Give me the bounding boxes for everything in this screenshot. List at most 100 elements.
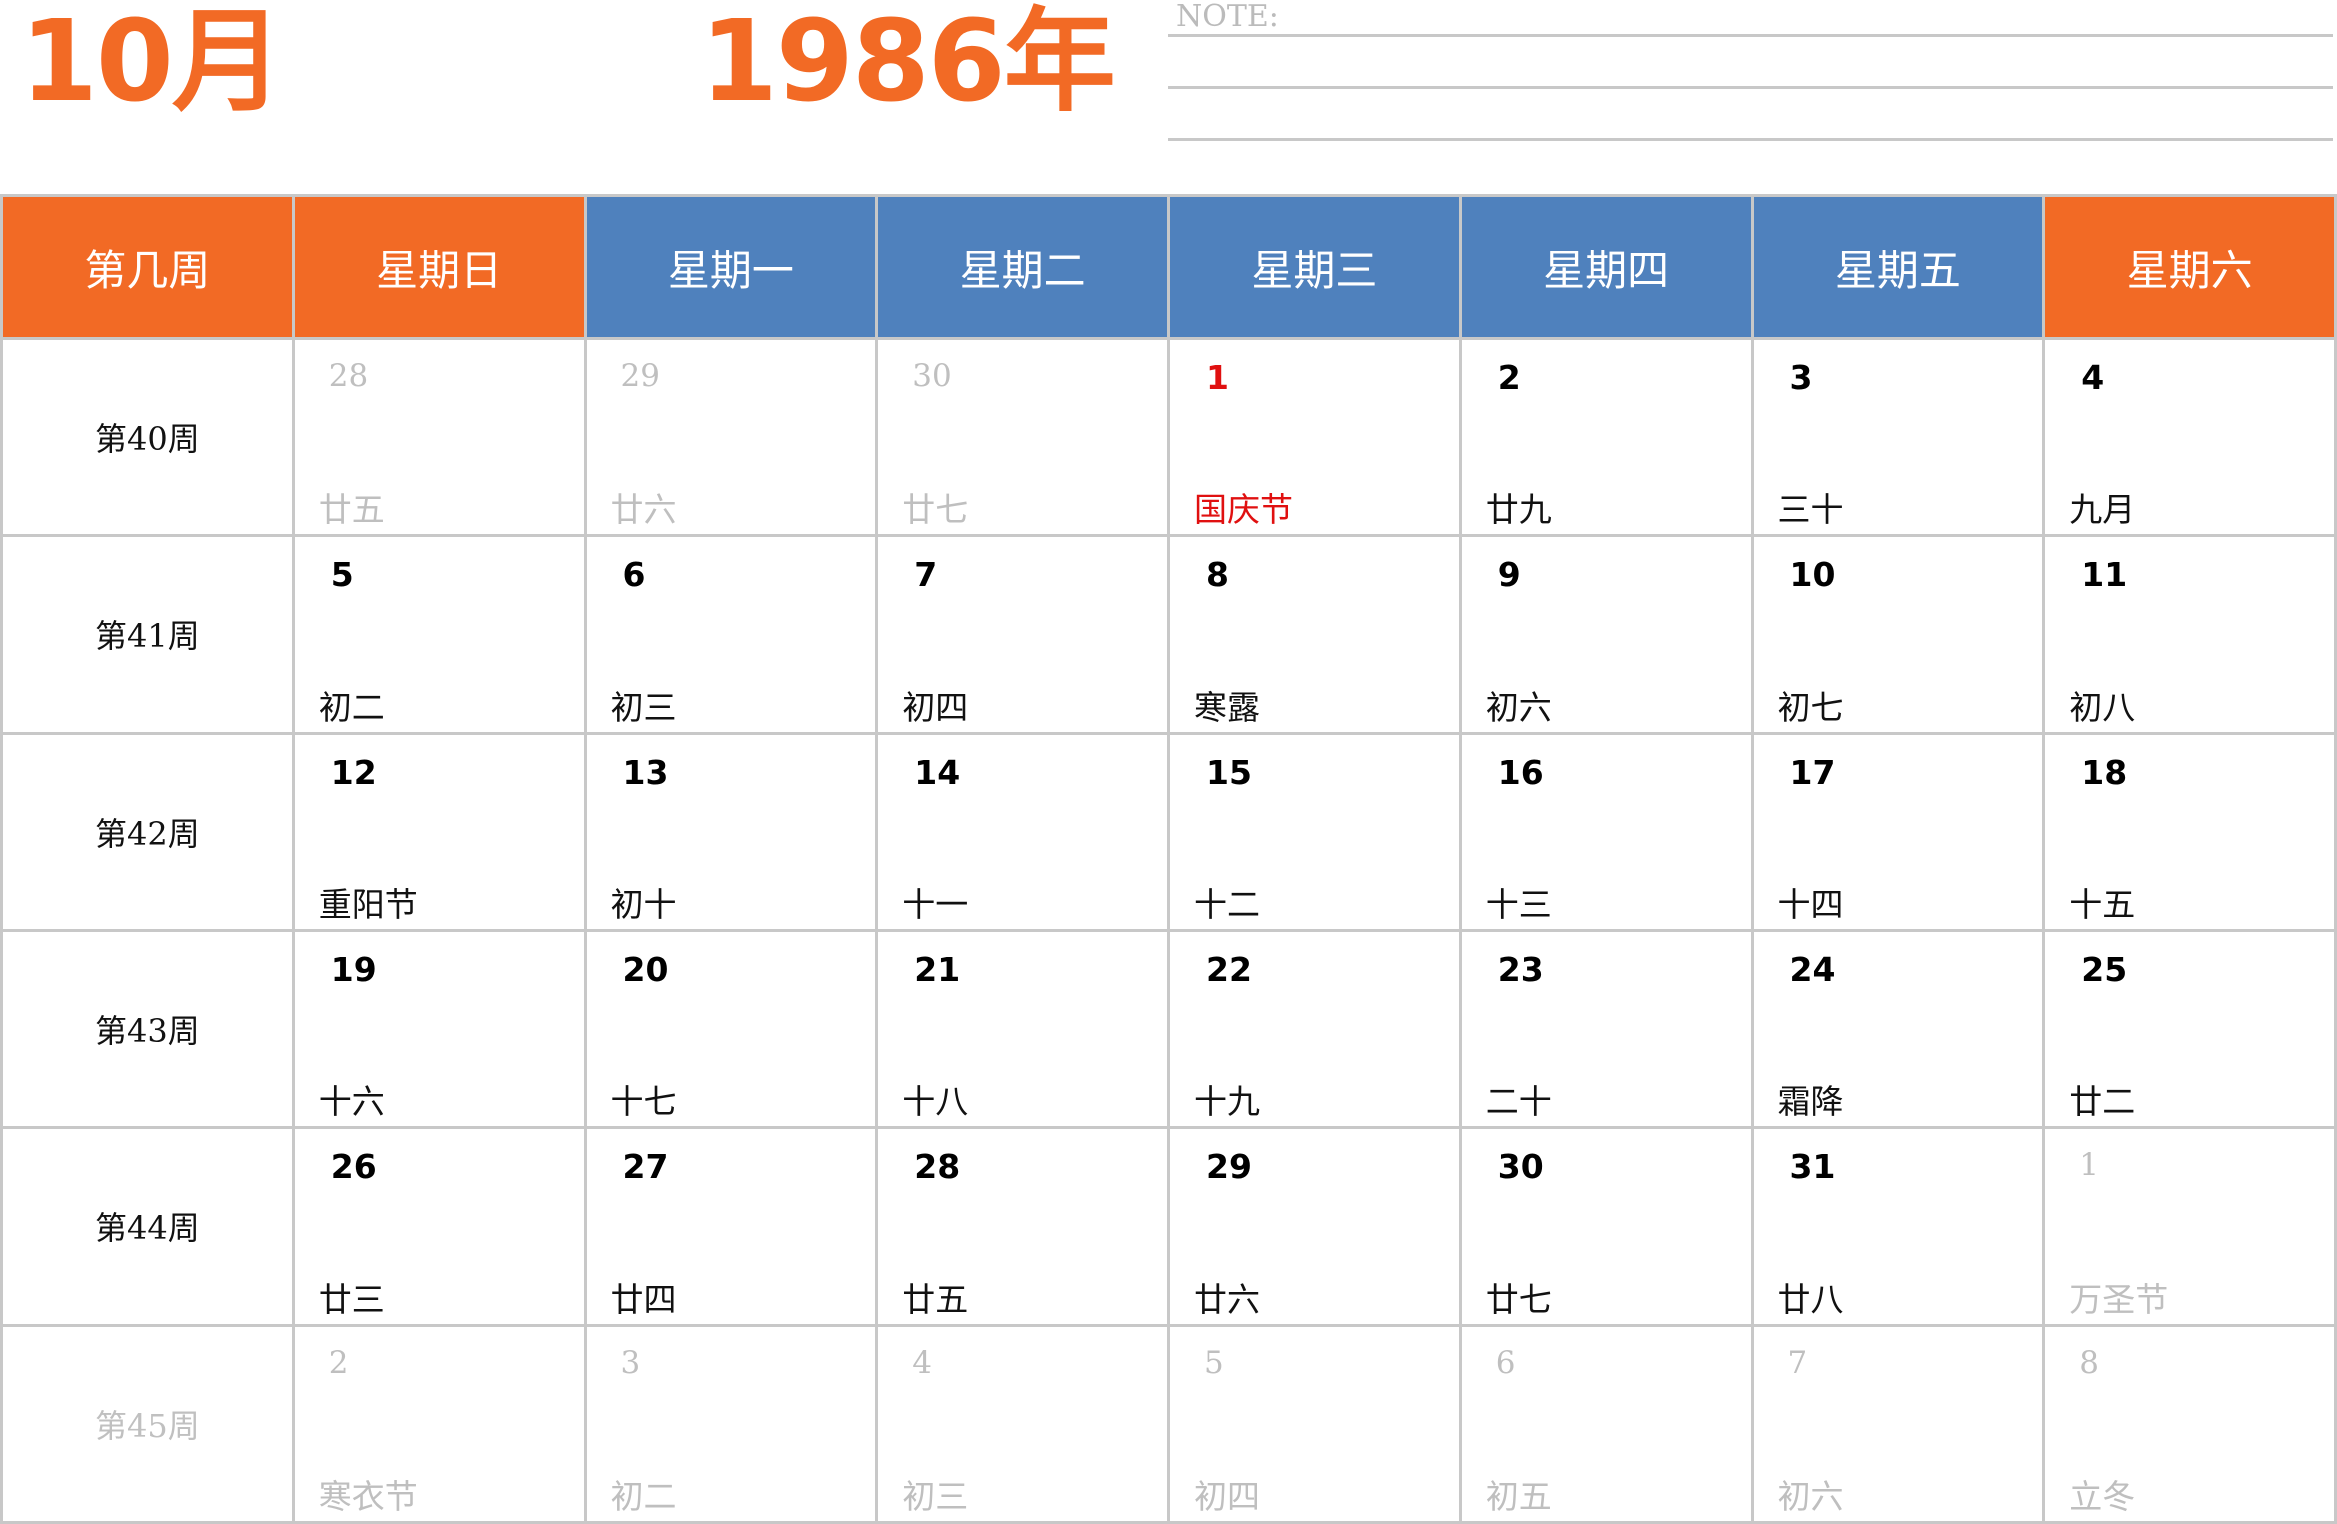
- day-number: 22: [1206, 949, 1252, 989]
- day-cell[interactable]: 8 立冬: [2045, 1326, 2334, 1521]
- day-cell[interactable]: 21 十八: [878, 931, 1167, 1127]
- week-number: 第40周: [3, 340, 292, 535]
- day-cell[interactable]: 10 初七: [1753, 537, 2043, 732]
- lunar-date: 寒衣节: [318, 1476, 418, 1516]
- day-cell[interactable]: 28 廿五: [878, 1129, 1167, 1324]
- lunar-date: 十一: [902, 884, 969, 924]
- header-monday: 星期一: [586, 197, 876, 337]
- lunar-date: 十八: [902, 1082, 969, 1122]
- lunar-date: 廿六: [610, 490, 677, 530]
- day-number: 24: [1789, 949, 1836, 989]
- lunar-date: 初三: [610, 687, 677, 727]
- lunar-date: 初六: [1777, 1476, 1844, 1516]
- lunar-date: 初五: [1485, 1476, 1552, 1516]
- day-cell[interactable]: 6 初五: [1461, 1326, 1751, 1521]
- day-number: 4: [912, 1344, 932, 1381]
- day-cell[interactable]: 30 廿七: [1461, 1129, 1751, 1324]
- day-cell[interactable]: 29 廿六: [1170, 1129, 1459, 1324]
- day-cell[interactable]: 16 十三: [1461, 734, 1751, 929]
- day-number: 28: [914, 1147, 961, 1187]
- day-cell[interactable]: 1 万圣节: [2045, 1129, 2334, 1324]
- day-cell[interactable]: 3 三十: [1753, 340, 2043, 535]
- day-cell[interactable]: 30 廿七: [878, 340, 1167, 535]
- week-number: 第41周: [3, 537, 292, 732]
- header-thursday: 星期四: [1461, 197, 1751, 337]
- day-number: 11: [2081, 555, 2128, 595]
- day-cell[interactable]: 5 初四: [1170, 1326, 1459, 1521]
- note-line: [1168, 86, 2333, 89]
- day-cell[interactable]: 27 廿四: [586, 1129, 876, 1324]
- day-number: 10: [1789, 555, 1836, 595]
- day-cell[interactable]: 11 初八: [2045, 537, 2334, 732]
- lunar-date: 初七: [1777, 687, 1844, 727]
- day-cell[interactable]: 23 二十: [1461, 931, 1751, 1127]
- day-cell[interactable]: 5 初二: [294, 537, 584, 732]
- day-cell[interactable]: 7 初六: [1753, 1326, 2043, 1521]
- lunar-date: 廿八: [1777, 1279, 1844, 1319]
- lunar-date: 九月: [2069, 490, 2136, 530]
- week-number: 第45周: [3, 1326, 292, 1521]
- day-cell[interactable]: 9 初六: [1461, 537, 1751, 732]
- day-cell[interactable]: 26 廿三: [294, 1129, 584, 1324]
- day-number: 30: [1497, 1147, 1544, 1187]
- day-cell[interactable]: 13 初十: [586, 734, 876, 929]
- day-cell[interactable]: 19 十六: [294, 931, 584, 1127]
- header-wednesday: 星期三: [1170, 197, 1459, 337]
- lunar-date: 十六: [318, 1082, 385, 1122]
- day-number: 27: [622, 1147, 669, 1187]
- day-cell[interactable]: 2 寒衣节: [294, 1326, 584, 1521]
- holiday-label: 国庆节: [1194, 490, 1293, 530]
- day-number: 30: [912, 358, 952, 394]
- day-cell[interactable]: 31 廿八: [1753, 1129, 2043, 1324]
- day-cell[interactable]: 24 霜降: [1753, 931, 2043, 1127]
- day-cell[interactable]: 2 廿九: [1461, 340, 1751, 535]
- day-number: 19: [330, 949, 377, 989]
- day-cell[interactable]: 14 十一: [878, 734, 1167, 929]
- day-number: 9: [1497, 555, 1521, 595]
- lunar-date: 初六: [1485, 687, 1552, 727]
- day-number: 29: [1206, 1147, 1252, 1187]
- week-number: 第43周: [3, 931, 292, 1127]
- lunar-date: 初三: [902, 1476, 969, 1516]
- day-number: 5: [1204, 1344, 1224, 1381]
- day-cell[interactable]: 25 廿二: [2045, 931, 2334, 1127]
- day-number: 14: [914, 752, 961, 792]
- lunar-date: 初二: [318, 687, 385, 727]
- day-cell[interactable]: 1 国庆节: [1170, 340, 1459, 535]
- year-title: 1986年: [700, 0, 1116, 127]
- day-number: 4: [2081, 358, 2105, 397]
- day-cell[interactable]: 7 初四: [878, 537, 1167, 732]
- day-cell[interactable]: 20 十七: [586, 931, 876, 1127]
- day-number: 18: [2081, 752, 2128, 792]
- lunar-date: 重阳节: [318, 884, 418, 924]
- day-cell[interactable]: 12 重阳节: [294, 734, 584, 929]
- header-sunday: 星期日: [294, 197, 584, 337]
- note-area[interactable]: NOTE:: [1168, 0, 2333, 145]
- lunar-date: 廿九: [1485, 490, 1552, 530]
- lunar-date: 二十: [1485, 1082, 1552, 1122]
- lunar-date: 十二: [1194, 884, 1260, 924]
- day-cell[interactable]: 22 十九: [1170, 931, 1459, 1127]
- day-cell[interactable]: 4 九月: [2045, 340, 2334, 535]
- day-cell[interactable]: 3 初二: [586, 1326, 876, 1521]
- lunar-date: 廿六: [1194, 1279, 1260, 1319]
- lunar-date: 初四: [1194, 1476, 1260, 1516]
- calendar-grid: 第几周 星期日 星期一 星期二 星期三 星期四 星期五 星期六 第40周 28 廿…: [0, 194, 2337, 1524]
- day-cell[interactable]: 29 廿六: [586, 340, 876, 535]
- day-cell[interactable]: 8 寒露: [1170, 537, 1459, 732]
- day-number: 6: [622, 555, 646, 595]
- lunar-date: 廿七: [902, 490, 969, 530]
- lunar-date: 廿五: [902, 1279, 969, 1319]
- note-label: NOTE:: [1176, 0, 1279, 34]
- lunar-date: 廿七: [1485, 1279, 1552, 1319]
- day-cell[interactable]: 6 初三: [586, 537, 876, 732]
- day-cell[interactable]: 15 十二: [1170, 734, 1459, 929]
- day-cell[interactable]: 17 十四: [1753, 734, 2043, 929]
- day-number: 31: [1789, 1147, 1836, 1187]
- day-number: 16: [1497, 752, 1544, 792]
- day-cell[interactable]: 18 十五: [2045, 734, 2334, 929]
- day-cell[interactable]: 4 初三: [878, 1326, 1167, 1521]
- day-cell[interactable]: 28 廿五: [294, 340, 584, 535]
- day-number: 8: [1206, 555, 1229, 595]
- day-number: 25: [2081, 949, 2128, 989]
